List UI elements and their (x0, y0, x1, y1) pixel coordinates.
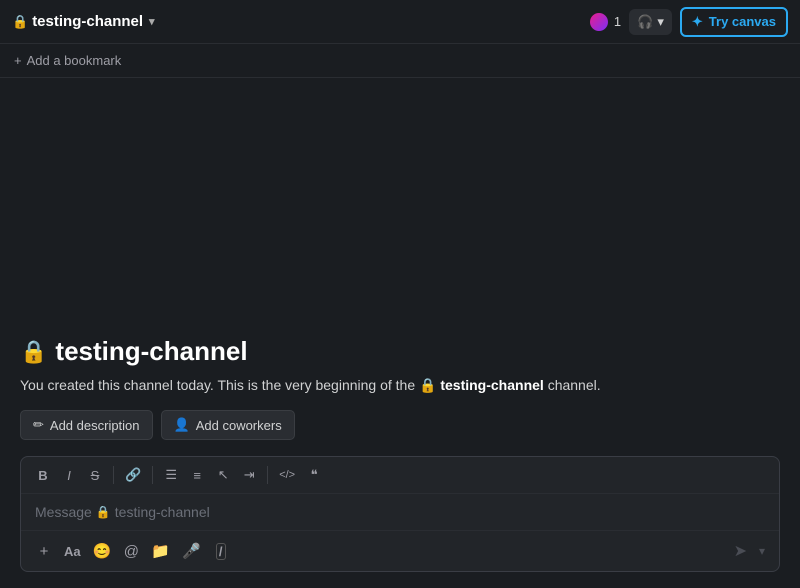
send-icon: ➤ (734, 541, 747, 561)
placeholder-text: Message (35, 504, 92, 520)
plus-circle-icon: + (40, 543, 49, 560)
avatar-stack (588, 11, 610, 33)
member-count-group[interactable]: 1 (588, 11, 621, 33)
topbar: 🔒 testing-channel ▾ 1 🎧 ▾ ✦ Try canvas (0, 0, 800, 44)
bookmark-bar: + Add a bookmark (0, 44, 800, 78)
blockquote-button[interactable]: ❝ (302, 463, 326, 487)
toolbar-separator-3 (267, 466, 268, 484)
add-description-label: Add description (50, 418, 140, 433)
person-add-icon: 👤 (174, 417, 190, 433)
strikethrough-icon: S (91, 468, 100, 483)
italic-icon: I (67, 468, 71, 483)
try-canvas-button[interactable]: ✦ Try canvas (680, 7, 788, 37)
channel-title-bar[interactable]: 🔒 testing-channel ▾ (12, 13, 155, 30)
blockquote-icon: ❝ (311, 467, 318, 483)
member-count: 1 (614, 14, 621, 29)
add-coworkers-label: Add coworkers (196, 418, 282, 433)
main-content: 🔒 testing-channel You created this chann… (0, 78, 800, 588)
number-list-button[interactable]: ≡ (185, 463, 209, 487)
channel-name-heading: testing-channel (55, 336, 247, 367)
send-button[interactable]: ➤ (730, 537, 751, 565)
toolbar-separator-2 (152, 466, 153, 484)
mention-button[interactable]: @ (118, 538, 144, 564)
send-dropdown-icon: ▾ (759, 544, 765, 558)
bold-button[interactable]: B (31, 463, 55, 487)
plus-icon: + (14, 53, 22, 68)
italic-button[interactable]: I (57, 463, 81, 487)
text-size-icon: Aa (64, 544, 81, 559)
message-input-area[interactable]: Message 🔒 testing-channel (21, 494, 779, 530)
headphones-icon: 🎧 (637, 14, 653, 30)
lock-icon-topbar: 🔒 (12, 14, 28, 30)
description-channel-name: testing-channel (440, 377, 543, 393)
cursor-button[interactable]: ↖ (211, 463, 235, 487)
slash-icon: / (216, 543, 226, 560)
send-dropdown-button[interactable]: ▾ (755, 540, 769, 562)
description-suffix: channel. (548, 377, 601, 393)
huddle-button[interactable]: 🎧 ▾ (629, 9, 672, 35)
add-bookmark-label: Add a bookmark (27, 53, 122, 68)
description-lock-icon: 🔒 (419, 377, 436, 393)
link-button[interactable]: 🔗 (120, 463, 146, 487)
message-editor: B I S 🔗 ☰ ≡ ↖ ⇥ </> ❝ Message 🔒 testing-… (20, 456, 780, 572)
avatar (588, 11, 610, 33)
huddle-dropdown-icon: ▾ (657, 14, 664, 30)
description-prefix: You created this channel today. This is … (20, 377, 415, 393)
bullet-list-button[interactable]: ☰ (159, 463, 183, 487)
shortcuts-button[interactable]: / (208, 538, 234, 564)
number-list-icon: ≡ (193, 468, 201, 483)
folder-icon: 📁 (151, 542, 170, 560)
add-description-button[interactable]: ✏ Add description (20, 410, 153, 440)
bold-icon: B (38, 468, 47, 483)
bullet-list-icon: ☰ (165, 467, 177, 483)
emoji-icon: 😊 (93, 542, 112, 560)
audio-button[interactable]: 🎤 (177, 538, 206, 564)
link-icon: 🔗 (125, 467, 141, 483)
microphone-icon: 🎤 (182, 542, 201, 560)
code-button[interactable]: </> (274, 463, 300, 487)
at-icon: @ (124, 543, 139, 560)
add-attachment-button[interactable]: + (31, 538, 57, 564)
add-coworkers-button[interactable]: 👤 Add coworkers (161, 410, 295, 440)
toolbar-separator-1 (113, 466, 114, 484)
chevron-down-icon: ▾ (149, 15, 155, 28)
placeholder-channel-name: testing-channel (115, 504, 210, 520)
editor-toolbar: B I S 🔗 ☰ ≡ ↖ ⇥ </> ❝ (21, 457, 779, 494)
add-bookmark-button[interactable]: + Add a bookmark (14, 53, 121, 68)
canvas-icon: ✦ (692, 14, 703, 30)
channel-name-topbar: testing-channel (32, 13, 143, 30)
indent-icon: ⇥ (244, 467, 255, 483)
indent-button[interactable]: ⇥ (237, 463, 261, 487)
lock-icon-large: 🔒 (20, 339, 47, 365)
editor-footer-left: + Aa 😊 @ 📁 🎤 / (31, 538, 234, 564)
editor-footer-right: ➤ ▾ (730, 537, 769, 565)
editor-footer: + Aa 😊 @ 📁 🎤 / ➤ ▾ (21, 530, 779, 571)
topbar-right: 1 🎧 ▾ ✦ Try canvas (588, 7, 788, 37)
file-button[interactable]: 📁 (146, 538, 175, 564)
channel-intro: 🔒 testing-channel You created this chann… (20, 336, 780, 440)
placeholder-lock-icon: 🔒 (96, 505, 111, 519)
code-icon: </> (279, 469, 295, 481)
channel-intro-title: 🔒 testing-channel (20, 336, 780, 367)
pencil-icon: ✏ (33, 417, 44, 433)
intro-actions: ✏ Add description 👤 Add coworkers (20, 410, 780, 440)
strikethrough-button[interactable]: S (83, 463, 107, 487)
channel-intro-description: You created this channel today. This is … (20, 375, 780, 396)
text-size-button[interactable]: Aa (59, 538, 86, 564)
emoji-button[interactable]: 😊 (88, 538, 117, 564)
topbar-left: 🔒 testing-channel ▾ (12, 13, 155, 30)
try-canvas-label: Try canvas (709, 14, 776, 29)
cursor-icon: ↖ (218, 467, 229, 483)
